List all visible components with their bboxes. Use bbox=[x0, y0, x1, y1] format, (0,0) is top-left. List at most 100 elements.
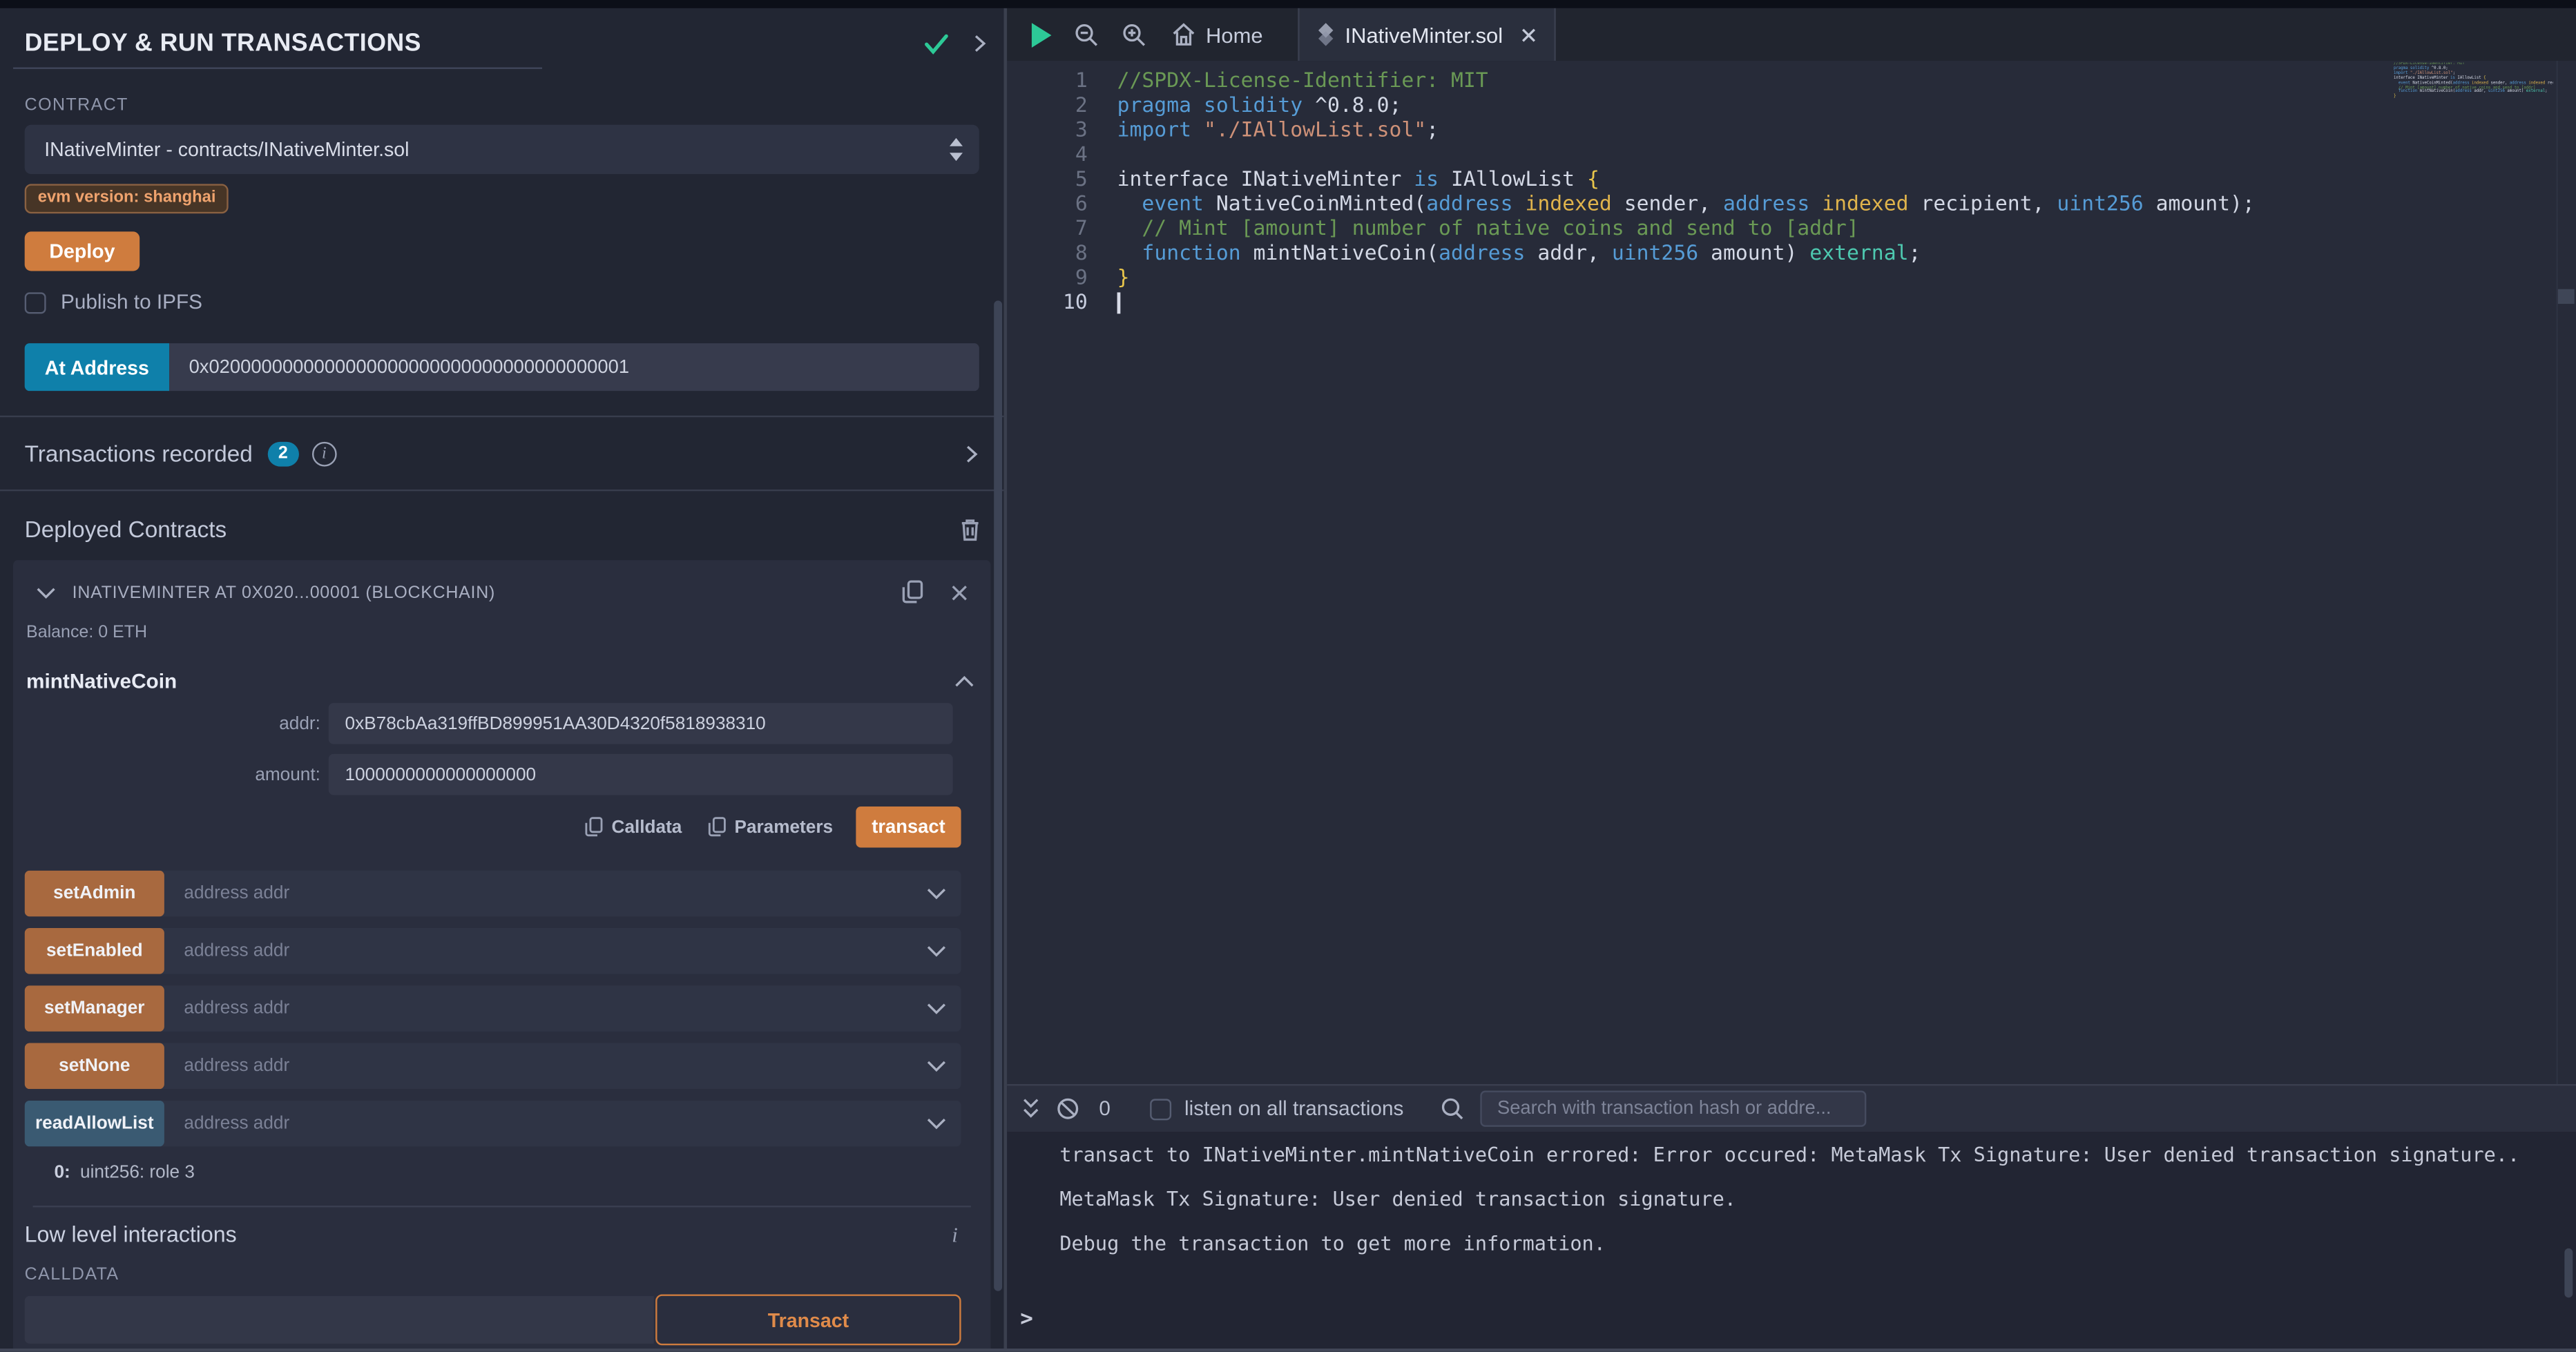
title-underline bbox=[13, 68, 542, 69]
code-line-4[interactable]: 4 bbox=[1007, 142, 2576, 166]
function-input-placeholder[interactable]: address addr bbox=[184, 1114, 926, 1134]
panel-title: DEPLOY & RUN TRANSACTIONS bbox=[25, 30, 923, 57]
code-line-9[interactable]: 9} bbox=[1007, 264, 2576, 289]
tab-home-label: Home bbox=[1206, 22, 1263, 47]
calldata-input[interactable] bbox=[25, 1296, 654, 1344]
editor-minimap[interactable]: //SPDX-License-Identifier: MITpragma sol… bbox=[2394, 62, 2553, 100]
code-line-5[interactable]: 5interface INativeMinter is IAllowList { bbox=[1007, 166, 2576, 191]
transactions-recorded-label: Transactions recorded bbox=[25, 441, 253, 467]
tab-inativeminter[interactable]: INativeMinter.sol bbox=[1298, 8, 1556, 61]
function-name-mintnativecoin: mintNativeCoin bbox=[26, 670, 954, 693]
trash-icon[interactable] bbox=[959, 516, 981, 541]
run-script-play-icon[interactable] bbox=[1030, 22, 1052, 47]
evm-version-badge: evm version: shanghai bbox=[25, 184, 229, 213]
expand-function-chevron-icon[interactable] bbox=[927, 1059, 947, 1072]
function-input-placeholder[interactable]: address addr bbox=[184, 884, 926, 904]
at-address-button[interactable]: At Address bbox=[25, 343, 169, 391]
deployed-contracts-title: Deployed Contracts bbox=[25, 516, 960, 542]
listen-all-transactions-checkbox[interactable] bbox=[1150, 1098, 1171, 1119]
contract-select-value: INativeMinter - contracts/INativeMinter.… bbox=[44, 138, 950, 161]
code-line-6[interactable]: 6 event NativeCoinMinted(address indexed… bbox=[1007, 191, 2576, 215]
deploy-run-panel: DEPLOY & RUN TRANSACTIONS CONTRACT INati… bbox=[0, 8, 1003, 1349]
code-line-1[interactable]: 1//SPDX-License-Identifier: MIT bbox=[1007, 68, 2576, 93]
tab-home[interactable]: Home bbox=[1171, 22, 1262, 47]
panel-collapse-chevron-icon[interactable] bbox=[972, 33, 987, 55]
code-line-7[interactable]: 7 // Mint [amount] number of native coin… bbox=[1007, 215, 2576, 240]
close-tab-icon[interactable] bbox=[1521, 27, 1535, 41]
function-button-setEnabled[interactable]: setEnabled bbox=[25, 928, 164, 974]
home-icon bbox=[1171, 23, 1196, 46]
terminal-panel: 0 listen on all transactions transact to… bbox=[1007, 1084, 2576, 1349]
text-cursor bbox=[1117, 292, 1120, 313]
code-line-3[interactable]: 3import "./IAllowList.sol"; bbox=[1007, 117, 2576, 142]
low-level-transact-button[interactable]: Transact bbox=[655, 1295, 961, 1346]
collapse-function-chevron-icon[interactable] bbox=[954, 675, 974, 688]
contract-expand-caret-icon[interactable] bbox=[36, 586, 56, 599]
addr-field-label: addr: bbox=[13, 714, 329, 734]
terminal-log-list: transact to INativeMinter.mintNativeCoin… bbox=[1007, 1132, 2576, 1257]
line-number: 1 bbox=[1007, 68, 1088, 93]
line-number: 4 bbox=[1007, 142, 1088, 166]
publish-ipfs-checkbox[interactable] bbox=[25, 291, 46, 313]
code-line-8[interactable]: 8 function mintNativeCoin(address addr, … bbox=[1007, 240, 2576, 264]
function-input-placeholder[interactable]: address addr bbox=[184, 998, 926, 1018]
function-input-placeholder[interactable]: address addr bbox=[184, 1056, 926, 1076]
terminal-scrollbar[interactable] bbox=[2564, 1248, 2573, 1297]
compile-success-check-icon bbox=[923, 32, 950, 55]
expand-terminal-double-chevron-icon[interactable] bbox=[1022, 1097, 1040, 1120]
window-bottom-strip bbox=[0, 1349, 2576, 1352]
solidity-file-icon bbox=[1317, 23, 1334, 46]
line-number: 7 bbox=[1007, 215, 1088, 240]
copy-address-icon[interactable] bbox=[902, 580, 923, 605]
line-number: 2 bbox=[1007, 92, 1088, 117]
line-number: 9 bbox=[1007, 264, 1088, 289]
at-address-input[interactable] bbox=[169, 343, 979, 391]
contract-select[interactable]: INativeMinter - contracts/INativeMinter.… bbox=[25, 125, 979, 174]
select-updown-icon bbox=[950, 138, 963, 161]
deploy-button[interactable]: Deploy bbox=[25, 231, 140, 271]
addr-field-input[interactable] bbox=[329, 703, 953, 744]
code-line-10[interactable]: 10 bbox=[1007, 289, 2576, 314]
terminal-search-input[interactable] bbox=[1481, 1091, 1867, 1127]
transactions-recorded-section[interactable]: Transactions recorded 2 i bbox=[0, 416, 1003, 491]
clear-console-ban-icon[interactable] bbox=[1057, 1097, 1079, 1120]
function-row-setEnabled: setEnabled address addr bbox=[25, 928, 961, 974]
amount-field-label: amount: bbox=[13, 764, 329, 784]
parameters-action-label: Parameters bbox=[734, 817, 833, 837]
read-allowlist-output: 0: uint256: role 3 bbox=[55, 1163, 991, 1183]
terminal-prompt[interactable]: > bbox=[1020, 1308, 1033, 1333]
copy-calldata-action[interactable]: Calldata bbox=[585, 816, 682, 838]
function-row-setAdmin: setAdmin address addr bbox=[25, 871, 961, 917]
transactions-expand-chevron-icon[interactable] bbox=[964, 443, 979, 464]
expand-function-chevron-icon[interactable] bbox=[927, 1002, 947, 1015]
tab-inativeminter-label: INativeMinter.sol bbox=[1345, 22, 1503, 47]
line-number: 6 bbox=[1007, 191, 1088, 215]
output-index: 0: bbox=[55, 1163, 70, 1183]
function-button-setAdmin[interactable]: setAdmin bbox=[25, 871, 164, 917]
deployed-contract-card: INATIVEMINTER AT 0X020...00001 (BLOCKCHA… bbox=[13, 560, 990, 1349]
amount-field-input[interactable] bbox=[329, 754, 953, 795]
function-button-readAllowList[interactable]: readAllowList bbox=[25, 1101, 164, 1147]
output-value: uint256: role 3 bbox=[80, 1163, 195, 1183]
editor-scrollbar[interactable] bbox=[2556, 61, 2576, 1084]
scrollbar-marker bbox=[2558, 289, 2575, 304]
expand-function-chevron-icon[interactable] bbox=[927, 1117, 947, 1130]
zoom-out-icon[interactable] bbox=[1075, 22, 1099, 47]
function-row-setNone: setNone address addr bbox=[25, 1043, 961, 1090]
function-input-placeholder[interactable]: address addr bbox=[184, 941, 926, 961]
transact-button[interactable]: transact bbox=[856, 807, 961, 847]
code-line-2[interactable]: 2pragma solidity ^0.8.0; bbox=[1007, 92, 2576, 117]
function-button-setManager[interactable]: setManager bbox=[25, 985, 164, 1032]
copy-parameters-action[interactable]: Parameters bbox=[708, 816, 833, 838]
left-panel-scrollbar[interactable] bbox=[994, 300, 1002, 1291]
search-icon bbox=[1441, 1097, 1464, 1120]
code-area[interactable]: 1//SPDX-License-Identifier: MIT2pragma s… bbox=[1007, 61, 2576, 1084]
low-level-info-icon: i bbox=[952, 1222, 958, 1248]
expand-function-chevron-icon[interactable] bbox=[927, 887, 947, 900]
function-button-setNone[interactable]: setNone bbox=[25, 1043, 164, 1090]
listen-all-transactions-label: listen on all transactions bbox=[1184, 1097, 1403, 1120]
low-level-interactions-title: Low level interactions bbox=[25, 1222, 952, 1247]
zoom-in-icon[interactable] bbox=[1122, 22, 1147, 47]
remove-contract-icon[interactable] bbox=[951, 584, 968, 601]
expand-function-chevron-icon[interactable] bbox=[927, 945, 947, 958]
